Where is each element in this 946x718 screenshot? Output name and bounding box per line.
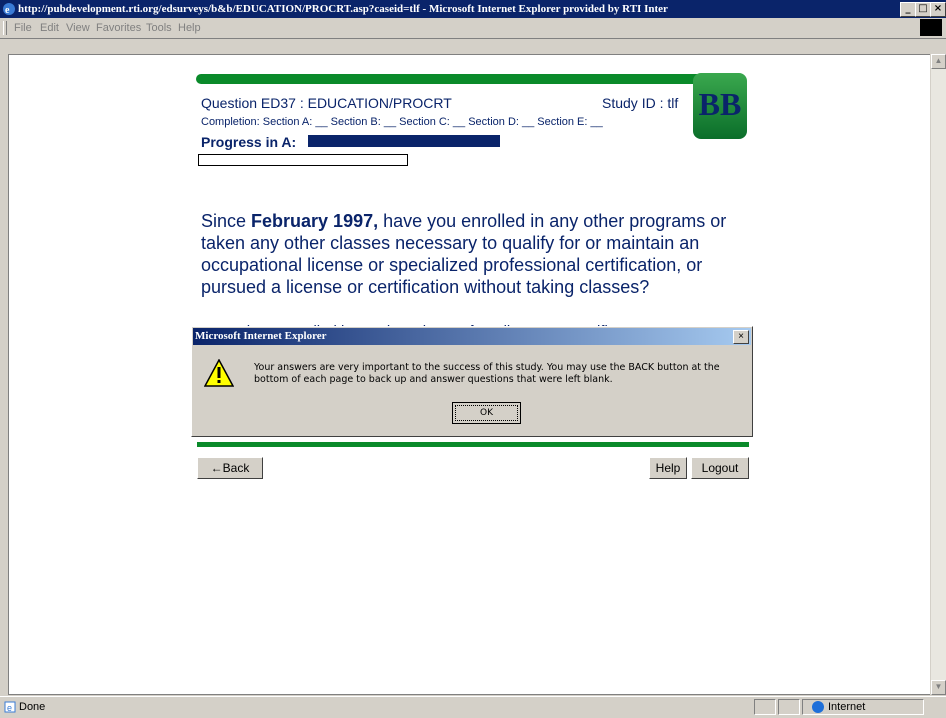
dialog-title: Microsoft Internet Explorer — [193, 328, 751, 345]
menu-bar: File Edit View Favorites Tools Help — [0, 18, 946, 39]
windows-logo-icon — [920, 19, 942, 36]
status-bar: e Done Internet — [0, 696, 946, 718]
window-title: http://pubdevelopment.rti.org/edsurveys/… — [18, 3, 668, 15]
question-pre: Since — [201, 211, 252, 231]
menu-file[interactable]: File — [14, 22, 32, 34]
back-button[interactable]: ←Back — [197, 457, 263, 479]
toolbar-grip — [3, 21, 7, 35]
page-done-icon: e — [4, 701, 16, 713]
menu-view[interactable]: View — [66, 22, 90, 34]
minimize-button[interactable]: _ — [900, 2, 916, 17]
question-id: Question ED37 : EDUCATION/PROCRT — [201, 95, 452, 111]
ok-button[interactable]: OK — [452, 402, 521, 424]
menu-edit[interactable]: Edit — [40, 22, 59, 34]
question-text: Since February 1997, have you enrolled i… — [201, 210, 761, 298]
menu-favorites[interactable]: Favorites — [96, 22, 141, 34]
study-id: Study ID : tlf — [602, 95, 679, 111]
close-window-button[interactable]: × — [930, 2, 946, 17]
scroll-up-arrow-icon[interactable]: ▲ — [931, 54, 946, 69]
security-zone: Internet — [828, 701, 866, 713]
progress-track — [198, 154, 408, 166]
status-panel — [754, 699, 776, 715]
status-panel — [778, 699, 800, 715]
menu-help[interactable]: Help — [178, 22, 201, 34]
svg-text:e: e — [7, 703, 12, 713]
scroll-down-arrow-icon[interactable]: ▼ — [931, 680, 946, 695]
vertical-scrollbar[interactable]: ▲ ▼ — [930, 54, 946, 695]
progress-bar — [308, 135, 500, 147]
completion-status: Completion: Section A: __ Section B: __ … — [201, 116, 603, 128]
progress-label: Progress in A: — [201, 134, 297, 150]
ie-logo-icon: e — [3, 3, 15, 16]
header-green-bar — [196, 74, 736, 84]
dialog-close-button[interactable]: × — [733, 330, 749, 344]
dialog-message: Your answers are very important to the s… — [254, 362, 720, 385]
internet-globe-icon — [812, 701, 824, 713]
maximize-button[interactable]: □ — [915, 2, 931, 17]
logout-button[interactable]: Logout — [691, 457, 749, 479]
window-title-bar: e http://pubdevelopment.rti.org/edsurvey… — [0, 0, 946, 18]
menu-tools[interactable]: Tools — [146, 22, 172, 34]
help-button[interactable]: Help — [649, 457, 687, 479]
warning-icon — [204, 359, 234, 387]
svg-text:e: e — [5, 5, 10, 16]
footer-green-line — [197, 442, 749, 447]
status-text: Done — [19, 701, 46, 713]
bb-logo: BB — [693, 73, 747, 139]
alert-dialog: Microsoft Internet Explorer × Your answe… — [191, 326, 753, 437]
question-date: February 1997, — [251, 211, 379, 231]
